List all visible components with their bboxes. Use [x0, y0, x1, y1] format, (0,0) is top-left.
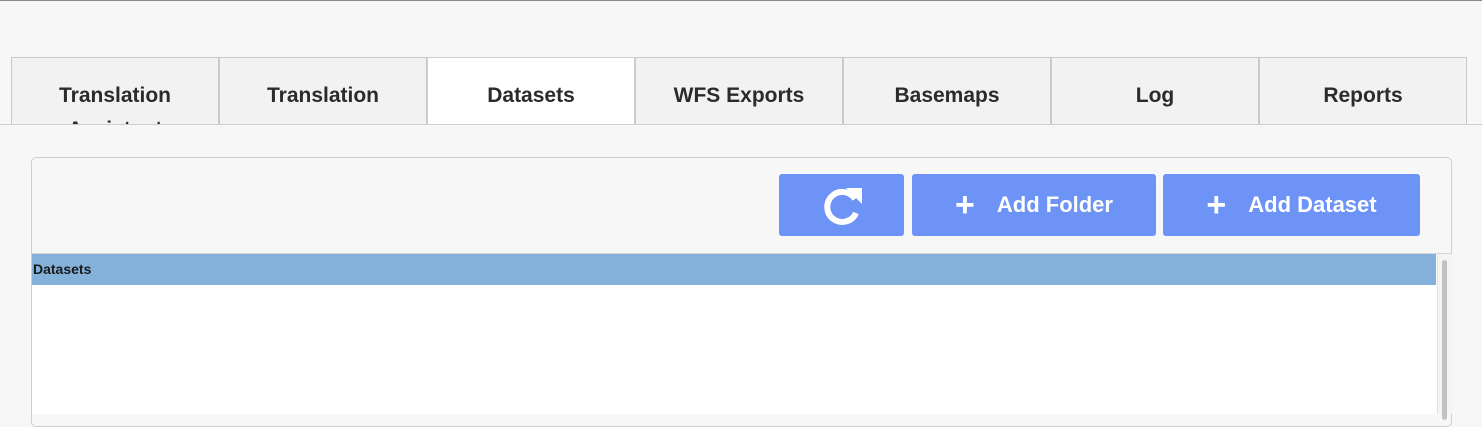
scrollbar-thumb[interactable] — [1442, 260, 1447, 420]
add-dataset-label: Add Dataset — [1248, 192, 1377, 217]
window-top-border — [0, 0, 1482, 1]
add-folder-label: Add Folder — [996, 192, 1113, 217]
tab-translation-assistant[interactable]: Translation Assistant — [11, 57, 219, 125]
datasets-grid: Datasets — [32, 253, 1452, 420]
vertical-scrollbar[interactable] — [1437, 254, 1452, 420]
add-folder-button[interactable]: + Add Folder — [912, 174, 1156, 236]
tab-log[interactable]: Log — [1051, 57, 1259, 125]
plus-icon: + — [955, 186, 975, 224]
tab-bar: Translation Assistant Translation Datase… — [11, 57, 1469, 125]
tab-datasets[interactable]: Datasets — [427, 57, 635, 125]
refresh-icon — [823, 188, 862, 225]
tab-label: WFS Exports — [673, 84, 805, 107]
tab-basemaps[interactable]: Basemaps — [843, 57, 1051, 125]
tab-label: Translation Assistant — [58, 84, 172, 125]
add-dataset-button[interactable]: + Add Dataset — [1163, 174, 1420, 236]
tab-reports[interactable]: Reports — [1259, 57, 1467, 125]
refresh-button[interactable] — [779, 174, 904, 236]
tab-wfs-exports[interactable]: WFS Exports — [635, 57, 843, 125]
plus-icon: + — [1206, 186, 1227, 224]
grid-column-header-datasets[interactable]: Datasets — [32, 254, 1436, 285]
tab-label: Datasets — [487, 84, 575, 107]
tab-translation[interactable]: Translation — [219, 57, 427, 125]
tab-bar-divider — [0, 124, 1482, 125]
tab-label: Translation — [266, 84, 380, 107]
tab-label: Basemaps — [894, 84, 1000, 107]
tab-label: Log — [1135, 84, 1175, 107]
tab-label: Reports — [1323, 84, 1403, 107]
